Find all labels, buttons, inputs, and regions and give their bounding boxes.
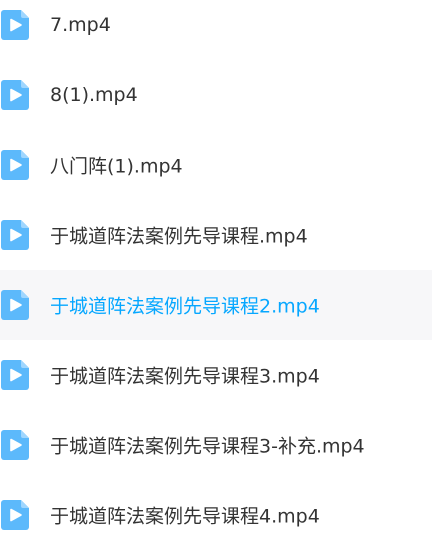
file-name: 于城道阵法案例先导课程3.mp4 [50,365,320,388]
file-row-course-2-mp4[interactable]: 于城道阵法案例先导课程2.mp4 [0,270,432,340]
file-name: 于城道阵法案例先导课程4.mp4 [50,505,320,528]
video-file-icon [1,220,29,250]
video-file-icon [1,10,29,40]
file-row-course-4-mp4[interactable]: 于城道阵法案例先导课程4.mp4 [0,480,432,550]
file-name: 八门阵(1).mp4 [50,155,183,178]
file-name: 于城道阵法案例先导课程2.mp4 [50,295,320,318]
file-row-7-mp4[interactable]: 7.mp4 [0,0,432,60]
video-file-icon [1,500,29,530]
video-file-icon [1,290,29,320]
file-row-course-3-supplement-mp4[interactable]: 于城道阵法案例先导课程3-补充.mp4 [0,410,432,480]
video-file-icon [1,80,29,110]
video-file-icon [1,150,29,180]
file-name: 于城道阵法案例先导课程3-补充.mp4 [50,435,365,458]
file-name: 于城道阵法案例先导课程.mp4 [50,225,308,248]
video-file-icon [1,430,29,460]
file-name: 8(1).mp4 [50,84,138,106]
file-list: 7.mp4 8(1).mp4 八门阵(1).mp4 于城道阵法案例先导课程.mp… [0,0,432,550]
file-row-bamenzhen-mp4[interactable]: 八门阵(1).mp4 [0,130,432,200]
file-row-8-1-mp4[interactable]: 8(1).mp4 [0,60,432,130]
file-name: 7.mp4 [50,14,111,36]
file-row-course-3-mp4[interactable]: 于城道阵法案例先导课程3.mp4 [0,340,432,410]
file-row-course-mp4[interactable]: 于城道阵法案例先导课程.mp4 [0,200,432,270]
video-file-icon [1,360,29,390]
